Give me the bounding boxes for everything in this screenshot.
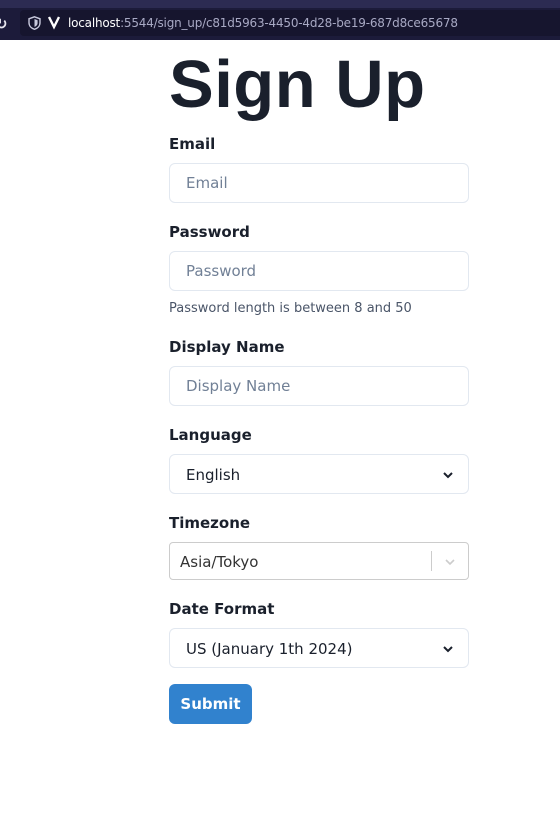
timezone-separator — [431, 551, 432, 571]
password-field[interactable] — [169, 251, 469, 291]
password-label: Password — [169, 223, 250, 241]
date-format-label: Date Format — [169, 600, 275, 618]
reload-icon[interactable]: ↻ — [0, 15, 9, 33]
timezone-label: Timezone — [169, 514, 251, 532]
display-name-label: Display Name — [169, 338, 285, 356]
url-text[interactable]: localhost:5544/sign_up/c81d5963-4450-4d2… — [68, 15, 458, 31]
page-title: Sign Up — [169, 47, 426, 122]
date-format-select[interactable]: US (January 1th 2024) — [169, 628, 469, 668]
email-label: Email — [169, 135, 216, 153]
password-helper-text: Password length is between 8 and 50 — [169, 301, 412, 316]
chevron-down-icon — [443, 646, 453, 653]
timezone-select[interactable]: Asia/Tokyo — [169, 542, 469, 580]
chevron-down-icon — [443, 472, 453, 479]
browser-toolbar: ↻ localhost:5544/sign_up/c81d5963-4450-4… — [0, 0, 560, 40]
display-name-field[interactable] — [169, 366, 469, 406]
submit-button[interactable]: Submit — [169, 684, 252, 724]
shield-icon — [28, 16, 41, 30]
language-label: Language — [169, 426, 252, 444]
url-path: :5544/sign_up/c81d5963-4450-4d28-be19-68… — [120, 16, 458, 30]
url-host: localhost — [68, 16, 121, 30]
site-logo-icon — [48, 16, 60, 30]
timezone-selected-value: Asia/Tokyo — [180, 553, 259, 571]
date-format-selected-value: US (January 1th 2024) — [186, 640, 353, 658]
language-select[interactable]: English — [169, 454, 469, 494]
address-bar[interactable]: localhost:5544/sign_up/c81d5963-4450-4d2… — [20, 10, 560, 36]
chevron-down-icon[interactable] — [444, 556, 456, 568]
language-selected-value: English — [186, 466, 241, 484]
email-field[interactable] — [169, 163, 469, 203]
sign-up-form: Sign Up Email Password Password length i… — [169, 47, 469, 724]
